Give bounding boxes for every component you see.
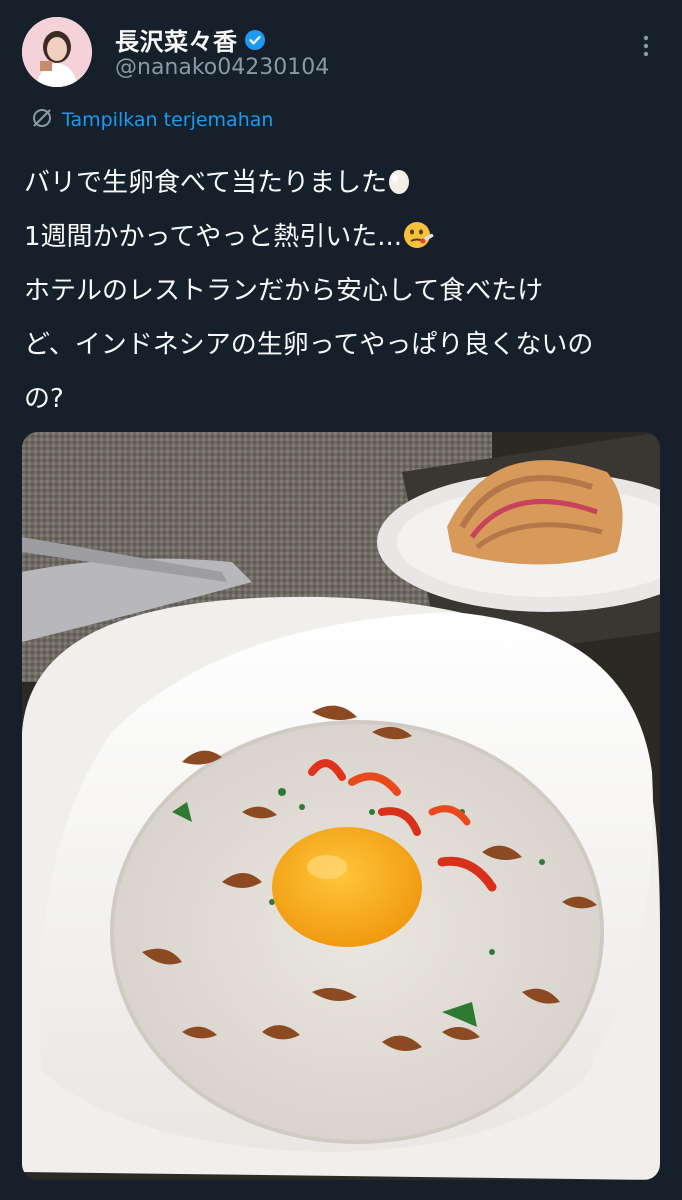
tweet-line-1: バリで生卵食べて当たりました — [24, 168, 387, 198]
egg-emoji-icon — [387, 168, 411, 198]
verified-badge-icon — [244, 29, 266, 51]
tweet-photo[interactable] — [22, 432, 660, 1180]
tweet-line: 1週間かかってやっと熱引いた... — [24, 210, 664, 264]
translate-link[interactable]: Tampilkan terjemahan — [30, 106, 273, 134]
more-options-icon[interactable] — [636, 34, 656, 58]
tweet-line: バリで生卵食べて当たりました — [24, 156, 664, 210]
tweet-line-4: ど、インドネシアの生卵ってやっぱり良くないの — [24, 330, 594, 360]
tweet-line-5: の? — [24, 384, 64, 414]
avatar[interactable] — [22, 17, 92, 87]
name-row: 長沢菜々香 — [115, 22, 266, 57]
display-name[interactable]: 長沢菜々香 — [115, 22, 238, 57]
tweet-line-2: 1週間かかってやっと熱引いた... — [24, 222, 403, 252]
user-handle[interactable]: @nanako04230104 — [115, 55, 329, 80]
tweet-text: バリで生卵食べて当たりました 1週間かかってやっと熱引いた... ホテルのレスト… — [24, 156, 664, 426]
thermometer-face-emoji-icon — [402, 222, 436, 252]
tweet-header: 長沢菜々香 @nanako04230104 — [0, 0, 682, 100]
tweet-line-3: ホテルのレストランだから安心して食べたけ — [24, 276, 544, 306]
translate-icon — [30, 106, 54, 134]
translate-label: Tampilkan terjemahan — [62, 109, 274, 131]
